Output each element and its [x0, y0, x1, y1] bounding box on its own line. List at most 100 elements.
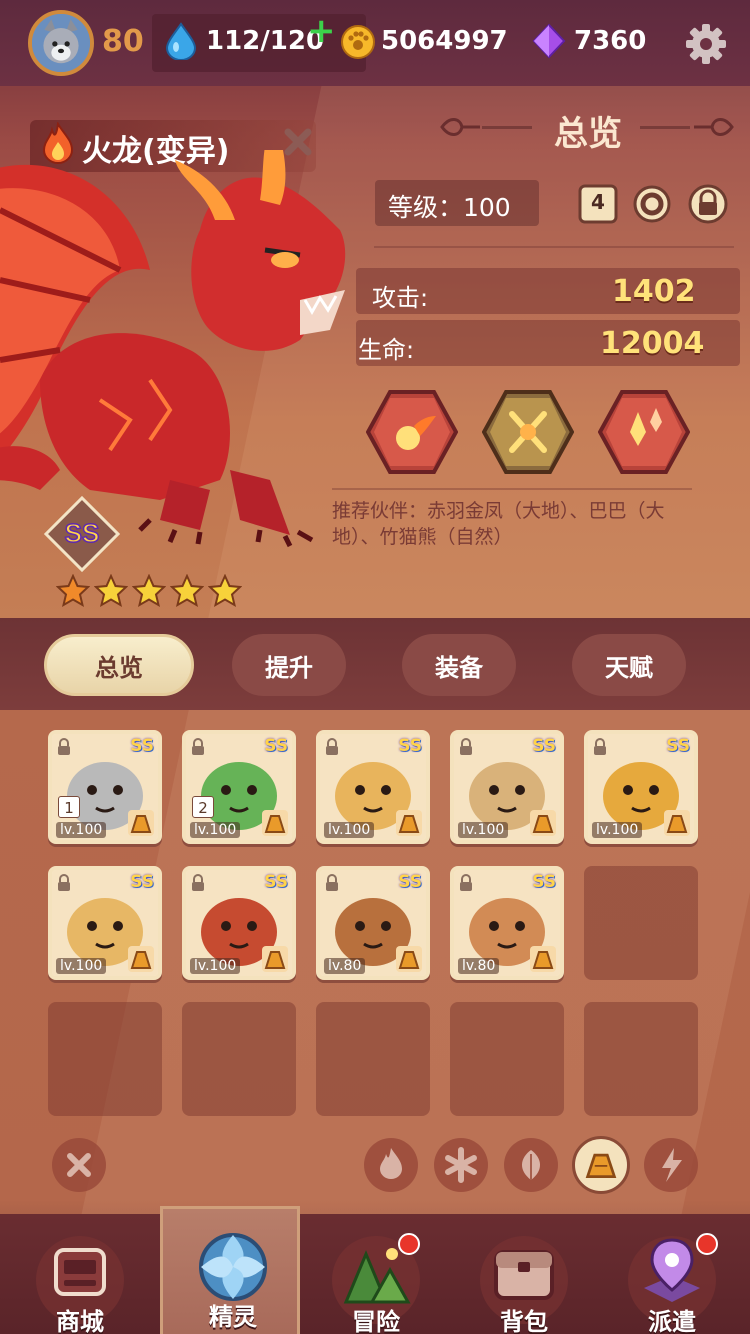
lock-icon [326, 874, 338, 891]
filter-water[interactable] [434, 1138, 488, 1192]
card-rank: SS [532, 736, 556, 756]
star-icon [132, 574, 166, 608]
card-level: lv.80 [458, 958, 500, 974]
ss-rank-badge: SS [44, 496, 120, 572]
pet-card[interactable]: SS lv.100 [450, 730, 564, 844]
card-rank: SS [398, 736, 422, 756]
add-energy-button[interactable]: + [307, 14, 336, 48]
ornament-left-icon [440, 118, 480, 136]
settings-gear-icon[interactable] [684, 22, 728, 66]
lock-icon[interactable] [688, 184, 728, 224]
spirit-icon [199, 1233, 267, 1301]
nav-dispatch[interactable]: 派遣 [602, 1214, 742, 1334]
clear-filter-icon [67, 1153, 91, 1177]
star-icon [94, 574, 128, 608]
target-ring-icon[interactable] [632, 184, 672, 224]
card-level: lv.80 [324, 958, 366, 974]
earth-element-icon [128, 946, 154, 972]
adventure-notification-dot [398, 1233, 420, 1255]
card-rank: SS [264, 736, 288, 756]
nav-backpack[interactable]: 背包 [454, 1214, 594, 1334]
tab-equipment[interactable]: 装备 [402, 634, 516, 696]
coins-value: 5064997 [381, 26, 508, 56]
earth-element-icon [262, 810, 288, 836]
tab-upgrade[interactable]: 提升 [232, 634, 346, 696]
filter-thunder[interactable] [644, 1138, 698, 1192]
earth-element-icon [396, 810, 422, 836]
overview-title: 总览 [554, 114, 622, 154]
skill-flame-icon[interactable] [598, 386, 690, 478]
player-avatar[interactable] [28, 10, 94, 76]
nav-shop-label: 商城 [56, 1308, 104, 1334]
card-level: lv.100 [190, 958, 241, 974]
lock-icon [58, 738, 70, 755]
attack-value: 1402 [612, 274, 696, 309]
lightning-filter-icon [662, 1148, 682, 1182]
card-rank: SS [130, 736, 154, 756]
pet-card[interactable]: SS lv.100 [316, 730, 430, 844]
star-rating [56, 574, 242, 608]
skill-slash-icon[interactable] [482, 386, 574, 478]
recommend-divider [332, 488, 692, 490]
skill-fireball-icon[interactable] [366, 386, 458, 478]
pet-card[interactable]: SS 2 lv.100 [182, 730, 296, 844]
recommended-partners: 推荐伙伴：赤羽金凤（大地）、巴巴（大地）、竹猫熊（自然） [332, 500, 665, 548]
shop-icon [54, 1248, 106, 1296]
pet-card[interactable]: SS 1 lv.100 [48, 730, 162, 844]
earth-element-icon [530, 946, 556, 972]
pet-level: 等级：100 [388, 193, 511, 222]
nav-adventure[interactable]: 冒险 [306, 1214, 446, 1334]
wolf-avatar-icon [32, 14, 90, 72]
fire-filter-icon [380, 1148, 402, 1179]
empty-slot[interactable] [316, 1002, 430, 1116]
team-slot-number: 2 [192, 796, 214, 818]
team-slot-number: 1 [58, 796, 80, 818]
slot-number-button[interactable]: 4 [578, 184, 618, 224]
earth-filter-icon [585, 1153, 617, 1178]
empty-slot[interactable] [48, 1002, 162, 1116]
hp-label: 生命: [358, 336, 415, 364]
card-level: lv.100 [56, 958, 107, 974]
attack-label: 攻击: [372, 284, 429, 312]
card-level: lv.100 [56, 822, 107, 838]
tab-overview[interactable]: 总览 [44, 634, 194, 696]
filter-earth[interactable] [572, 1136, 630, 1194]
earth-element-icon [262, 946, 288, 972]
leaf-filter-icon [521, 1150, 541, 1180]
nav-spirit[interactable]: 精灵 [160, 1206, 300, 1334]
card-rank: SS [398, 872, 422, 892]
earth-element-icon [664, 810, 690, 836]
filter-fire[interactable] [364, 1138, 418, 1192]
empty-slot[interactable] [584, 1002, 698, 1116]
pet-card[interactable]: SS lv.100 [182, 866, 296, 980]
card-level: lv.100 [190, 822, 241, 838]
earth-element-icon [128, 810, 154, 836]
empty-slot[interactable] [450, 1002, 564, 1116]
snowflake-filter-icon [445, 1147, 477, 1183]
card-level: lv.100 [592, 822, 643, 838]
player-level: 80 [102, 24, 144, 59]
tab-talent[interactable]: 天赋 [572, 634, 686, 696]
card-level: lv.100 [458, 822, 509, 838]
game-screen: 80 112/120 + 5064997 7360 火龙(变异) SS 总览 等… [0, 0, 750, 1334]
pet-card[interactable]: SS lv.80 [450, 866, 564, 980]
pet-card[interactable]: SS lv.100 [48, 866, 162, 980]
empty-slot[interactable] [584, 866, 698, 980]
lock-icon [58, 874, 70, 891]
water-drop-icon [165, 22, 197, 60]
card-rank: SS [130, 872, 154, 892]
dispatch-notification-dot [696, 1233, 718, 1255]
lock-icon [326, 738, 338, 755]
gems-value: 7360 [574, 26, 647, 56]
star-icon [56, 574, 90, 608]
pet-card[interactable]: SS lv.100 [584, 730, 698, 844]
filter-nature[interactable] [504, 1138, 558, 1192]
pet-rank-text: SS [65, 518, 100, 548]
clear-filter-button[interactable] [52, 1138, 106, 1192]
nav-spirit-label: 精灵 [209, 1303, 257, 1331]
nav-shop[interactable]: 商城 [10, 1214, 150, 1334]
star-icon [170, 574, 204, 608]
pet-card[interactable]: SS lv.80 [316, 866, 430, 980]
lock-icon [192, 738, 204, 755]
empty-slot[interactable] [182, 1002, 296, 1116]
